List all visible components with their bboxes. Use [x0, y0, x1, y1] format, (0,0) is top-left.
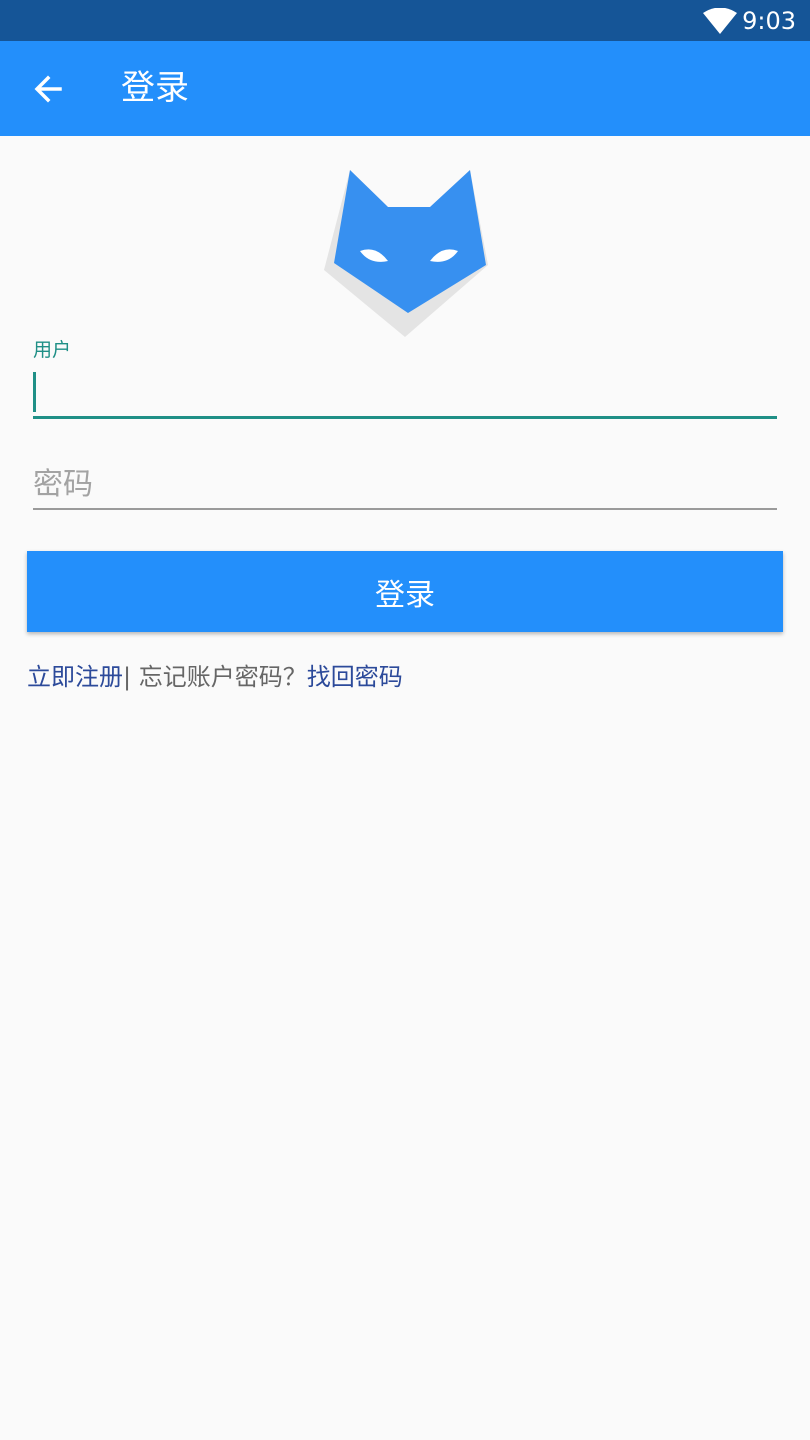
forgot-password-text: | 忘记账户密码？	[123, 663, 307, 691]
links-row: 立即注册| 忘记账户密码？找回密码	[27, 660, 403, 694]
app-bar: 登录	[0, 41, 810, 136]
user-label: 用户	[33, 339, 72, 361]
fox-logo-icon	[324, 170, 488, 337]
user-input[interactable]	[33, 366, 777, 419]
status-bar: 9:03	[0, 0, 810, 41]
recover-password-link[interactable]: 找回密码	[307, 663, 403, 691]
wifi-icon	[703, 8, 737, 34]
login-button[interactable]: 登录	[27, 551, 783, 632]
arrow-left-icon[interactable]	[24, 65, 72, 113]
password-input[interactable]	[33, 460, 777, 510]
register-link[interactable]: 立即注册	[27, 663, 123, 691]
page-title: 登录	[121, 68, 189, 108]
text-cursor	[33, 372, 36, 412]
status-time: 9:03	[742, 7, 796, 35]
